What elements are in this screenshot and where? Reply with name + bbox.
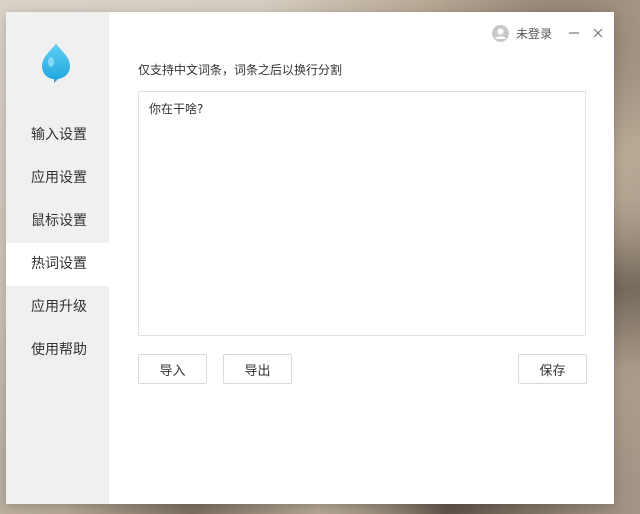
login-label: 未登录 [515, 26, 552, 41]
close-icon [593, 28, 603, 38]
import-button[interactable]: 导入 [138, 354, 207, 384]
sidebar: 输入设置 应用设置 鼠标设置 热词设置 应用升级 使用帮助 [6, 12, 109, 504]
close-button[interactable] [590, 25, 606, 41]
sidebar-item-help[interactable]: 使用帮助 [6, 329, 109, 372]
sidebar-item-mouse-settings[interactable]: 鼠标设置 [6, 200, 109, 243]
blue-drop-logo-icon [42, 44, 70, 83]
export-button[interactable]: 导出 [223, 354, 292, 384]
sidebar-nav: 输入设置 应用设置 鼠标设置 热词设置 应用升级 使用帮助 [6, 114, 109, 372]
minimize-icon [569, 32, 579, 34]
hotword-hint: 仅支持中文词条，词条之后以换行分割 [138, 63, 343, 77]
hotword-editor[interactable]: 你在干啥? [138, 91, 586, 336]
settings-window: 输入设置 应用设置 鼠标设置 热词设置 应用升级 使用帮助 未登录 仅支持中文词… [6, 12, 614, 504]
sidebar-item-hotword-settings[interactable]: 热词设置 [6, 243, 109, 286]
main-panel: 未登录 仅支持中文词条，词条之后以换行分割 你在干啥? 导入 导出 保存 [109, 12, 614, 504]
minimize-button[interactable] [566, 25, 582, 41]
save-button[interactable]: 保存 [518, 354, 587, 384]
titlebar: 未登录 [491, 22, 614, 44]
sidebar-item-app-settings[interactable]: 应用设置 [6, 157, 109, 200]
sidebar-item-input-settings[interactable]: 输入设置 [6, 114, 109, 157]
login-button[interactable]: 未登录 [491, 24, 552, 42]
user-avatar-icon [491, 24, 509, 42]
sidebar-item-app-upgrade[interactable]: 应用升级 [6, 286, 109, 329]
